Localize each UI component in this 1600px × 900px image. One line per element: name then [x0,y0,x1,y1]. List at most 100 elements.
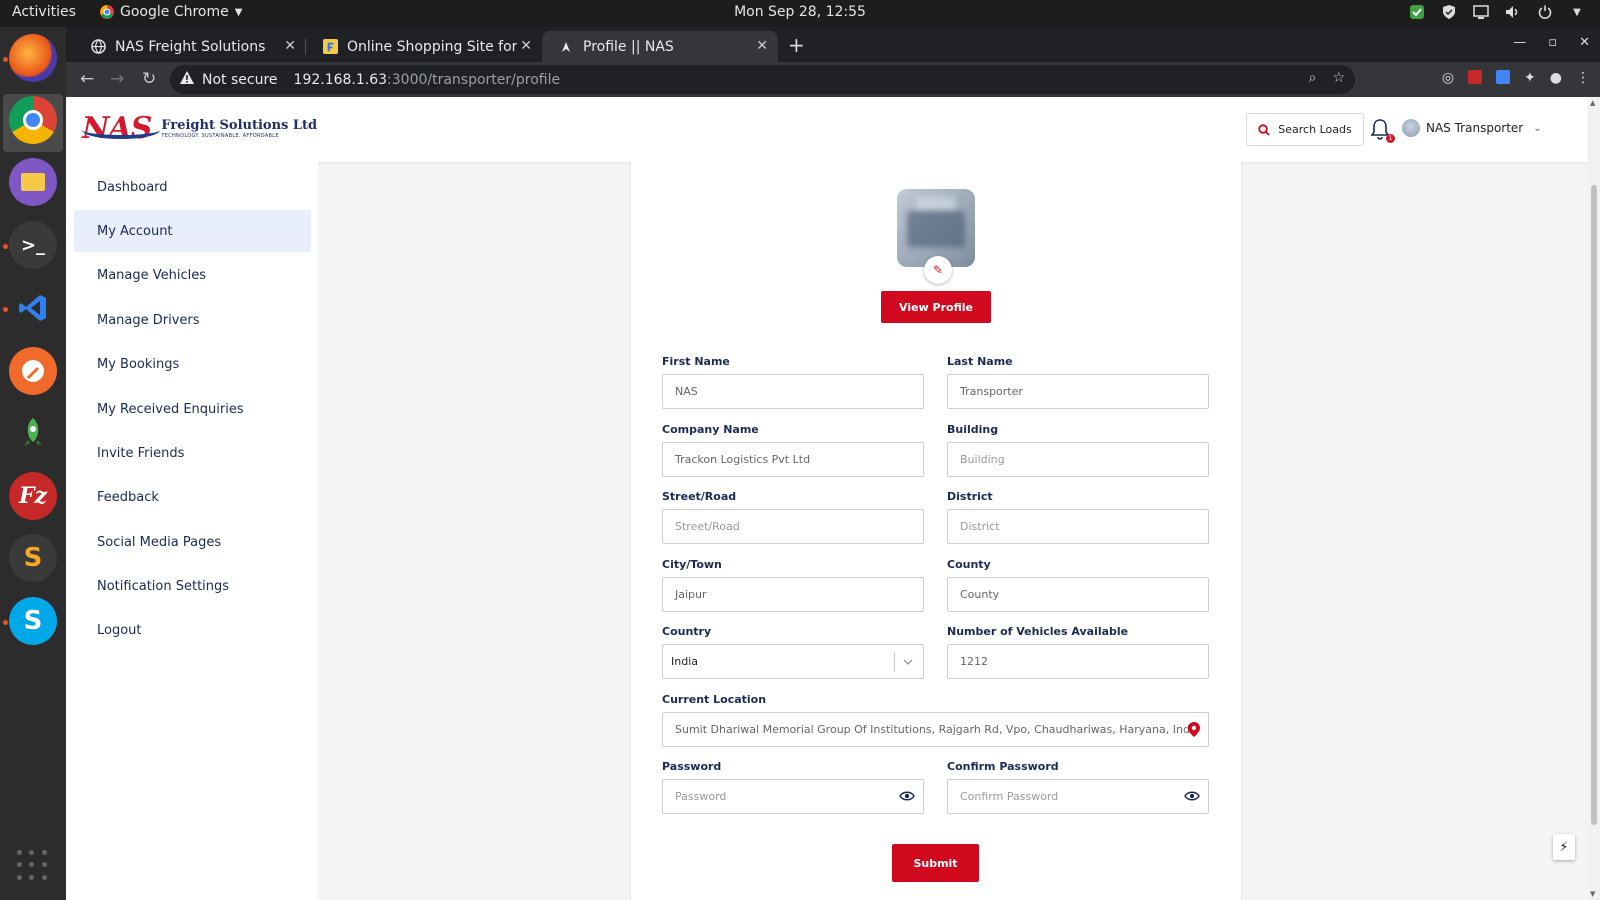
page-scrollbar[interactable]: ▲ ▼ [1588,97,1600,900]
sidebar-item-notification-settings[interactable]: Notification Settings [74,565,311,607]
sublime-icon[interactable]: S [9,534,57,582]
new-tab-button[interactable]: + [788,33,805,57]
minimize-icon[interactable]: — [1513,35,1526,50]
location-pin-icon[interactable] [1188,722,1200,740]
city-field[interactable]: Jaipur [662,577,924,612]
sidebar-item-logout[interactable]: Logout [74,609,311,651]
vehicles-field[interactable]: 1212 [947,644,1209,679]
password-field[interactable]: Password [662,779,924,814]
close-tab-icon[interactable]: ✕ [756,38,768,54]
files-icon[interactable] [9,158,57,206]
profile-form-card: ✎ View Profile First Name NAS Last Name … [630,162,1242,900]
forward-icon[interactable]: → [110,69,124,89]
eye-icon[interactable] [899,790,915,805]
translate-icon[interactable] [1496,70,1511,84]
street-field[interactable]: Street/Road [662,509,924,544]
reload-icon[interactable]: ↻ [142,69,156,89]
clock[interactable]: Mon Sep 28, 12:55 [734,4,866,20]
logo-swoosh [82,121,160,139]
sidebar-item-manage-vehicles[interactable]: Manage Vehicles [74,254,311,296]
sidebar-item-social-media[interactable]: Social Media Pages [74,521,311,563]
eye-icon[interactable] [1184,790,1200,805]
street-placeholder: Street/Road [675,520,740,533]
extension-target-icon[interactable]: ◎ [1442,70,1454,86]
company-name-field[interactable]: Trackon Logistics Pvt Ltd [662,442,924,477]
power-icon[interactable] [1536,3,1554,21]
update-shield-icon[interactable] [1408,3,1426,21]
os-top-bar: Activities Google Chrome ▼ Mon Sep 28, 1… [0,0,1600,27]
sidebar-item-invite-friends[interactable]: Invite Friends [74,432,311,474]
sidebar-item-my-bookings[interactable]: My Bookings [74,343,311,385]
menu-kebab-icon[interactable]: ⋮ [1576,70,1590,86]
tab-nas-freight[interactable]: NAS Freight Solutions ✕ [74,31,306,62]
network-icon[interactable] [1472,3,1490,21]
firefox-icon[interactable] [9,34,57,82]
tab-profile[interactable]: Profile || NAS ✕ [542,31,778,62]
filezilla-icon[interactable]: Fz [9,472,57,520]
maximize-icon[interactable]: ▫ [1548,35,1557,50]
location-field[interactable]: Sumit Dhariwal Memorial Group Of Institu… [662,712,1209,747]
search-loads-button[interactable]: Search Loads [1246,113,1364,146]
terminal-icon[interactable]: >_ [9,221,57,269]
district-field[interactable]: District [947,509,1209,544]
tab-strip: NAS Freight Solutions ✕ Online Shopping … [66,27,1600,62]
chrome-icon [100,5,114,19]
back-icon[interactable]: ← [80,69,94,89]
notifications-button[interactable]: 1 [1370,118,1395,143]
sidebar-item-label: My Received Enquiries [97,401,244,417]
sidebar-item-received-enquiries[interactable]: My Received Enquiries [74,388,311,430]
tab-online-shopping[interactable]: Online Shopping Site for ✕ [306,31,542,62]
address-bar[interactable]: Not secure 192.168.1.63 :3000/transporte… [170,65,1355,94]
app-menu[interactable]: Google Chrome ▼ [100,4,242,20]
profile-avatar-icon[interactable]: ● [1550,70,1562,86]
app-menu-label: Google Chrome [120,4,229,20]
running-indicator [3,244,8,249]
web-page: NAS Freight Solutions Ltd TECHNOLOGY. SU… [66,97,1600,900]
view-profile-button[interactable]: View Profile [881,291,991,323]
building-field[interactable]: Building [947,442,1209,477]
bookmark-star-icon[interactable]: ☆ [1332,70,1345,86]
zoom-icon[interactable]: ⌕ [1309,70,1317,86]
extensions-puzzle-icon[interactable]: ✦ [1524,70,1536,86]
user-name: NAS Transporter [1426,121,1524,135]
skype-icon[interactable]: S [9,597,57,645]
last-name-field[interactable]: Transporter [947,374,1209,409]
vscode-icon[interactable] [9,284,57,332]
chrome-dock-icon[interactable] [9,96,57,144]
lightning-icon[interactable]: ⚡ [1553,834,1575,860]
photo-detail [907,211,965,247]
sidebar-item-feedback[interactable]: Feedback [74,476,311,518]
scrollbar-thumb[interactable] [1591,185,1597,825]
district-label: District [947,490,993,503]
extension-red-icon[interactable] [1468,70,1483,84]
activities-button[interactable]: Activities [12,4,76,20]
security-label[interactable]: Not secure [202,72,278,88]
site-logo[interactable]: NAS Freight Solutions Ltd TECHNOLOGY. SU… [82,111,317,146]
running-indicator [3,620,8,625]
scroll-down-icon[interactable]: ▼ [1590,890,1595,898]
chevron-down-icon[interactable]: ▼ [1568,3,1586,21]
edit-photo-button[interactable]: ✎ [924,256,952,284]
close-tab-icon[interactable]: ✕ [284,38,296,54]
security-shield-icon[interactable] [1440,3,1458,21]
close-tab-icon[interactable]: ✕ [520,38,532,54]
notification-badge: 1 [1386,134,1395,143]
rocket-icon[interactable] [9,409,57,457]
sidebar-item-dashboard[interactable]: Dashboard [74,166,311,208]
close-window-icon[interactable]: ✕ [1579,35,1590,50]
warning-icon[interactable] [180,71,194,88]
user-menu[interactable]: NAS Transporter ⌄ [1402,119,1542,137]
district-placeholder: District [960,520,1000,533]
confirm-password-field[interactable]: Confirm Password [947,779,1209,814]
first-name-field[interactable]: NAS [662,374,924,409]
county-field[interactable]: County [947,577,1209,612]
show-apps-icon[interactable] [17,850,49,882]
postman-icon[interactable] [9,347,57,395]
scroll-up-icon[interactable]: ▲ [1590,99,1595,107]
country-select[interactable]: India [662,644,924,679]
submit-button[interactable]: Submit [892,844,979,882]
sidebar-item-manage-drivers[interactable]: Manage Drivers [74,299,311,341]
sidebar-item-my-account[interactable]: My Account [74,210,311,252]
county-label: County [947,558,991,571]
volume-icon[interactable] [1504,3,1522,21]
